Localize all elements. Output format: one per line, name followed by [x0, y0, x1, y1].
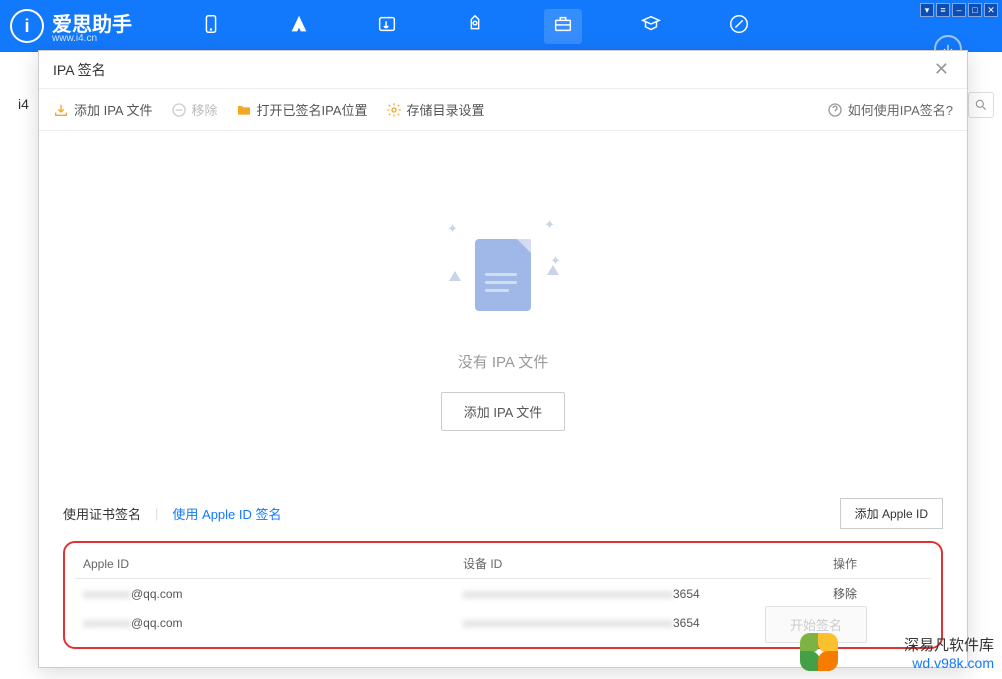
watermark-text: 深易凡软件库 wd.v98k.com [904, 634, 994, 671]
row-remove-button[interactable]: 移除 [833, 587, 857, 601]
modal-toolbar: 添加 IPA 文件 移除 打开已签名IPA位置 存储目录设置 如何使用IPA签名… [39, 89, 967, 131]
wc-minimize-icon[interactable]: – [952, 3, 966, 17]
help-link[interactable]: 如何使用IPA签名? [827, 100, 953, 119]
open-signed-location-button[interactable]: 打开已签名IPA位置 [236, 100, 368, 119]
nav-ringtone-icon[interactable] [456, 9, 494, 44]
top-nav [192, 9, 758, 44]
nav-apps-icon[interactable] [280, 9, 318, 44]
empty-text: 没有 IPA 文件 [458, 351, 549, 372]
nav-safari-icon[interactable] [720, 9, 758, 44]
logo-icon: i [10, 9, 44, 43]
nav-toolbox-icon[interactable] [544, 9, 582, 44]
watermark-logo [796, 629, 842, 675]
appleid-sign-tab[interactable]: 使用 Apple ID 签名 [172, 504, 281, 523]
search-button[interactable] [968, 92, 994, 118]
modal-close-button[interactable]: ✕ [930, 55, 953, 84]
remove-icon [171, 102, 187, 118]
help-icon [827, 102, 843, 118]
remove-button: 移除 [171, 100, 218, 119]
document-icon [475, 239, 531, 311]
storage-settings-label: 存储目录设置 [407, 100, 485, 119]
wc-pin-icon[interactable]: ▾ [920, 3, 934, 17]
add-ipa-file-button[interactable]: 添加 IPA 文件 [53, 100, 153, 119]
add-ipa-center-button[interactable]: 添加 IPA 文件 [441, 392, 566, 431]
empty-state: ✦ ✦ ✦ 没有 IPA 文件 添加 IPA 文件 [39, 131, 967, 484]
main-window: i 爱思助手 www.i4.cn ▾ ≡ – □ ✕ i4 [0, 0, 1002, 679]
nav-tutorial-icon[interactable] [632, 9, 670, 44]
side-label: i4 [18, 96, 29, 112]
add-appleid-button[interactable]: 添加 Apple ID [840, 498, 943, 529]
open-location-label: 打开已签名IPA位置 [257, 100, 368, 119]
logo: i 爱思助手 www.i4.cn [10, 8, 132, 44]
wc-menu-icon[interactable]: ≡ [936, 3, 950, 17]
empty-illustration: ✦ ✦ ✦ [443, 215, 563, 335]
watermark-line1: 深易凡软件库 [904, 634, 994, 655]
download-icon [53, 102, 69, 118]
signing-tabs: 使用证书签名 | 使用 Apple ID 签名 添加 Apple ID [63, 498, 943, 529]
nav-device-icon[interactable] [192, 9, 230, 44]
app-url: www.i4.cn [52, 33, 132, 44]
cert-sign-tab[interactable]: 使用证书签名 [63, 504, 141, 523]
wc-maximize-icon[interactable]: □ [968, 3, 982, 17]
watermark-line2: wd.v98k.com [904, 655, 994, 671]
gear-icon [386, 102, 402, 118]
nav-music-icon[interactable] [368, 9, 406, 44]
remove-label: 移除 [192, 100, 218, 119]
help-label: 如何使用IPA签名? [848, 100, 953, 119]
folder-icon [236, 102, 252, 118]
top-bar: i 爱思助手 www.i4.cn ▾ ≡ – □ ✕ [0, 0, 1002, 52]
table-row[interactable]: xxxxxxxx@qq.com xxxxxxxxxxxxxxxxxxxxxxxx… [75, 579, 931, 609]
th-operation: 操作 [825, 549, 931, 579]
window-controls: ▾ ≡ – □ ✕ [920, 3, 998, 17]
add-ipa-label: 添加 IPA 文件 [74, 100, 153, 119]
modal-title: IPA 签名 [53, 60, 106, 80]
wc-close-icon[interactable]: ✕ [984, 3, 998, 17]
ipa-sign-modal: IPA 签名 ✕ 添加 IPA 文件 移除 打开已签名IPA位置 存储目录设置 [38, 50, 968, 668]
th-deviceid: 设备 ID [455, 549, 825, 579]
storage-settings-button[interactable]: 存储目录设置 [386, 100, 485, 119]
modal-title-bar: IPA 签名 ✕ [39, 51, 967, 89]
search-icon [974, 98, 988, 112]
th-appleid: Apple ID [75, 549, 455, 579]
